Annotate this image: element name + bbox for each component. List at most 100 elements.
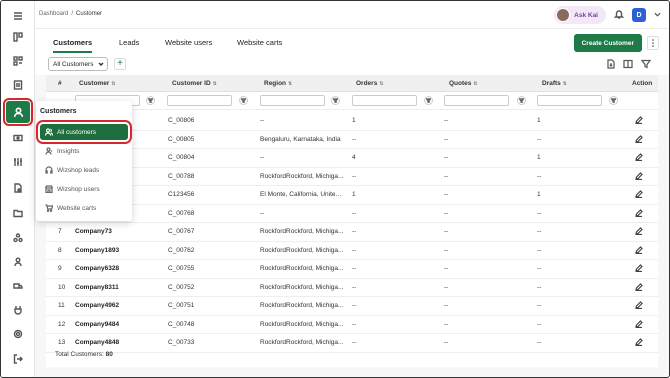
logout-icon[interactable] <box>12 353 24 365</box>
sort-icon[interactable]: ⇅ <box>288 81 292 87</box>
sort-icon[interactable]: ⇅ <box>213 81 217 87</box>
table-row[interactable]: panyC_00805Bengaluru, Karnataka, India--… <box>46 131 658 149</box>
col-header-drafts[interactable]: Drafts ⇅ <box>542 80 567 87</box>
team-icon[interactable] <box>12 256 24 268</box>
filter-icon[interactable] <box>239 96 248 105</box>
view-select[interactable]: All Customers <box>48 57 108 71</box>
menu-item-wizshop-users[interactable]: Wizshop users <box>40 181 128 197</box>
products-icon[interactable] <box>12 55 24 67</box>
table-row[interactable]: 7 Company73 C_00767 RockfordRockford, Michi… <box>46 223 658 242</box>
columns-icon[interactable] <box>623 59 633 69</box>
table-row[interactable]: 11 Company4962 C_00751 RockfordRockford, Mi… <box>46 297 658 316</box>
tab-website-carts[interactable]: Website carts <box>237 38 282 47</box>
edit-icon[interactable] <box>635 171 643 180</box>
settings-sliders-icon[interactable] <box>12 156 24 168</box>
filter-icon[interactable] <box>609 96 618 105</box>
customer-name[interactable]: Company4848 <box>75 339 119 346</box>
sort-icon[interactable]: ⇅ <box>473 81 477 87</box>
user-avatar[interactable]: D <box>632 8 646 22</box>
chevron-down-icon[interactable] <box>654 11 661 20</box>
table-row[interactable]: 13 Company4848 C_00733 RockfordRockford, Mi… <box>46 334 658 353</box>
customer-name[interactable]: Company73 <box>75 228 112 235</box>
menu-item-insights[interactable]: Insights <box>40 143 128 159</box>
drafts-count: 1 <box>537 117 541 124</box>
filter-icon[interactable] <box>640 59 652 69</box>
customer-id-filter-input[interactable] <box>167 95 232 106</box>
customers-nav-button[interactable] <box>3 98 33 126</box>
gear-icon[interactable] <box>12 328 24 340</box>
table-row[interactable]: 9 Company6328 C_00755 RockfordRockford, Mic… <box>46 260 658 279</box>
edit-icon[interactable] <box>635 264 643 273</box>
menu-item-label: Wizshop users <box>57 185 100 193</box>
bell-icon[interactable] <box>613 9 625 21</box>
sort-icon[interactable]: ⇅ <box>563 81 567 87</box>
edit-icon[interactable] <box>635 338 643 347</box>
dashboard-icon[interactable] <box>12 31 24 43</box>
customer-name[interactable]: Company1893 <box>75 247 119 254</box>
quotes-count: -- <box>444 135 449 143</box>
add-view-button[interactable]: + <box>114 58 126 70</box>
quotes-filter-input[interactable] <box>444 95 509 106</box>
customer-name[interactable]: Company6328 <box>75 265 119 272</box>
breadcrumb-dashboard[interactable]: Dashboard <box>39 11 68 17</box>
edit-icon[interactable] <box>635 208 643 217</box>
edit-icon[interactable] <box>635 153 643 162</box>
export-icon[interactable] <box>606 59 616 69</box>
table-row[interactable]: C_00806 -- 1 -- 1 <box>46 112 658 131</box>
edit-icon[interactable] <box>635 134 643 143</box>
col-header-customer-id[interactable]: Customer ID ⇅ <box>172 80 217 87</box>
customer-name[interactable]: Company4962 <box>75 302 119 309</box>
edit-icon[interactable] <box>635 301 643 310</box>
documents-icon[interactable] <box>12 182 24 194</box>
breadcrumb: Dashboard / Customer <box>39 11 102 17</box>
col-header-orders[interactable]: Orders ⇅ <box>356 80 384 87</box>
drafts-filter-input[interactable] <box>537 95 602 106</box>
table-row[interactable]: 8 Company1893 C_00762 RockfordRockford, Mic… <box>46 242 658 260</box>
filter-icon[interactable] <box>517 96 526 105</box>
table-row[interactable]: C123456 El Monte, California, United... 1 -… <box>46 186 658 205</box>
customer-id: C_00767 <box>168 228 195 235</box>
ask-kai-button[interactable]: Ask Kai <box>554 6 606 24</box>
orders-icon[interactable] <box>12 79 24 91</box>
col-header-quotes[interactable]: Quotes ⇅ <box>449 80 478 87</box>
sort-icon[interactable]: ⇅ <box>111 81 115 87</box>
edit-icon[interactable] <box>635 116 643 125</box>
create-customer-button[interactable]: Create Customer <box>573 34 642 52</box>
tab-customers[interactable]: Customers <box>53 38 93 53</box>
col-header-customer[interactable]: Customer ⇅ <box>79 80 116 87</box>
tab-website-users[interactable]: Website users <box>165 38 212 47</box>
edit-icon[interactable] <box>635 227 643 236</box>
orders-filter-input[interactable] <box>352 95 417 106</box>
col-header-region[interactable]: Region ⇅ <box>264 80 292 87</box>
more-options-icon[interactable] <box>647 36 659 50</box>
customer-id: C_00733 <box>168 339 195 346</box>
table-row[interactable]: C_00788 RockfordRockford, Michiga... -- -- -… <box>46 168 658 186</box>
menu-item-wizshop-leads[interactable]: Wizshop leads <box>40 162 128 178</box>
edit-icon[interactable] <box>635 245 643 254</box>
tab-leads[interactable]: Leads <box>119 38 139 47</box>
edit-icon[interactable] <box>635 282 643 291</box>
drafts-count: -- <box>537 172 542 180</box>
edit-icon[interactable] <box>635 319 643 328</box>
customer-name[interactable]: Company8311 <box>75 284 119 291</box>
filter-icon[interactable] <box>424 96 433 105</box>
catalog-icon[interactable] <box>12 232 24 244</box>
table-row[interactable]: 10 Company8311 C_00752 RockfordRockford, Mi… <box>46 279 658 297</box>
customer-name[interactable]: Company9484 <box>75 321 119 328</box>
customers-table: # Customer ⇅ Customer ID ⇅ Region ⇅ Orders ⇅… <box>46 75 658 367</box>
menu-item-website-carts[interactable]: Website carts <box>40 200 128 216</box>
filter-icon[interactable] <box>331 96 340 105</box>
filter-icon[interactable] <box>146 96 155 105</box>
table-row[interactable]: C_00768 -- -- -- -- <box>46 205 658 223</box>
hamburger-menu-icon[interactable] <box>12 10 24 22</box>
table-row[interactable]: C_00804 -- 4 -- 1 <box>46 149 658 168</box>
folder-icon[interactable] <box>12 207 24 219</box>
sort-icon[interactable]: ⇅ <box>379 81 383 87</box>
menu-item-all-customers[interactable]: All customers <box>36 120 132 144</box>
region-filter-input[interactable] <box>260 95 325 106</box>
table-row[interactable]: 12 Company9484 C_00748 RockfordRockford, Mi… <box>46 316 658 334</box>
shipping-icon[interactable] <box>12 280 24 292</box>
edit-icon[interactable] <box>635 190 643 199</box>
integrations-icon[interactable] <box>12 304 24 316</box>
payments-icon[interactable] <box>12 132 24 144</box>
